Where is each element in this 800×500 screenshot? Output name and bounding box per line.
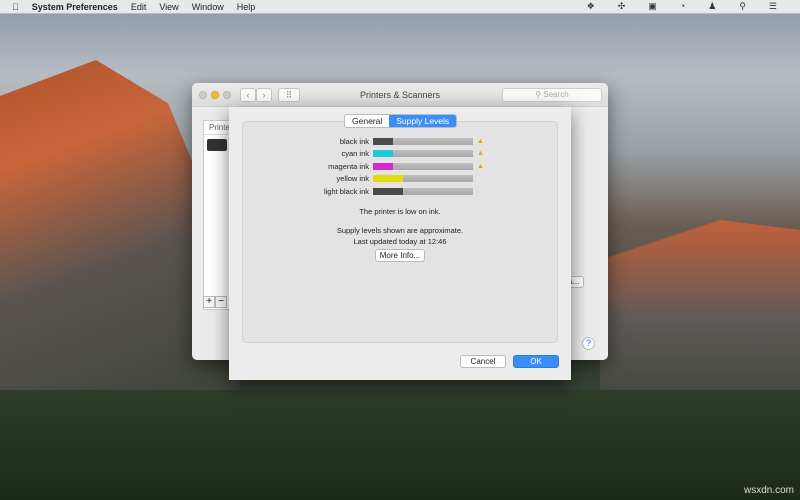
apple-menu-icon[interactable]:  <box>12 2 19 12</box>
supply-label: cyan ink <box>341 149 369 158</box>
supply-label: light black ink <box>323 186 369 196</box>
supply-row: magenta ink ▲ <box>229 160 571 172</box>
tab-supply-levels[interactable]: Supply Levels <box>389 115 457 127</box>
cancel-button[interactable]: Cancel <box>460 355 506 368</box>
tab-general[interactable]: General <box>345 115 389 127</box>
low-warning-icon: ▲ <box>477 150 484 157</box>
spotlight-icon[interactable]: ⚲ <box>739 1 746 12</box>
tab-bar: General Supply Levels <box>344 114 458 128</box>
supply-level-bar <box>373 137 473 145</box>
help-button[interactable]: ? <box>582 337 595 350</box>
supply-level-fill <box>373 150 393 157</box>
menu-bar:  System Preferences Edit View Window He… <box>0 0 800 14</box>
supply-level-bar <box>373 150 473 157</box>
menu-app[interactable]: System Preferences <box>32 2 118 12</box>
search-input[interactable]: ⚲ Search <box>502 88 602 102</box>
display-icon[interactable]: ▣ <box>648 1 657 12</box>
printer-icon[interactable] <box>207 139 227 151</box>
vpn-icon[interactable]: ✣ <box>618 1 626 12</box>
menu-help[interactable]: Help <box>237 2 256 12</box>
supply-label: yellow ink <box>336 174 369 183</box>
supply-row: cyan ink ▲ <box>229 148 571 160</box>
menu-edit[interactable]: Edit <box>131 2 147 12</box>
approx-note: Supply levels shown are approximate. <box>336 226 464 235</box>
supply-row: light black ink <box>229 185 571 197</box>
watermark: wsxdn.com <box>743 485 794 496</box>
supply-level-bar <box>373 162 473 170</box>
remove-printer-button[interactable]: − <box>215 296 227 308</box>
add-printer-button[interactable]: + <box>203 296 215 308</box>
supply-level-fill <box>373 162 393 170</box>
wifi-icon[interactable]: ◔ <box>680 1 685 12</box>
ok-button[interactable]: OK <box>513 355 559 368</box>
supply-label: black ink <box>339 136 369 146</box>
wallpaper-forest <box>0 390 800 500</box>
supply-row: black ink ▲ <box>229 135 571 147</box>
supply-row: yellow ink <box>229 173 571 185</box>
user-icon[interactable]: ♟ <box>708 1 716 12</box>
supply-label: magenta ink <box>328 161 369 171</box>
low-warning-icon: ▲ <box>477 162 484 170</box>
low-warning-icon: ▲ <box>477 137 484 145</box>
supply-level-bar <box>373 175 473 182</box>
supply-level-bar <box>373 187 473 195</box>
status-text: The printer is low on ink. <box>359 207 441 216</box>
last-updated: Last updated today at 12:46 <box>353 237 447 246</box>
title-bar: ‹ › ⠿ Printers & Scanners ⚲ Search <box>192 83 608 107</box>
supply-level-fill <box>373 137 393 145</box>
supply-level-fill <box>373 175 403 182</box>
dropbox-icon[interactable]: ❖ <box>587 1 595 12</box>
supply-level-fill <box>373 187 403 195</box>
search-placeholder: Search <box>543 90 569 99</box>
menu-window[interactable]: Window <box>192 2 224 12</box>
notifications-icon[interactable]: ☰ <box>769 1 777 12</box>
supply-levels-sheet: General Supply Levels black ink ▲ cyan ink… <box>229 107 571 380</box>
menu-view[interactable]: View <box>159 2 178 12</box>
more-info-button[interactable]: More Info... <box>375 249 425 262</box>
